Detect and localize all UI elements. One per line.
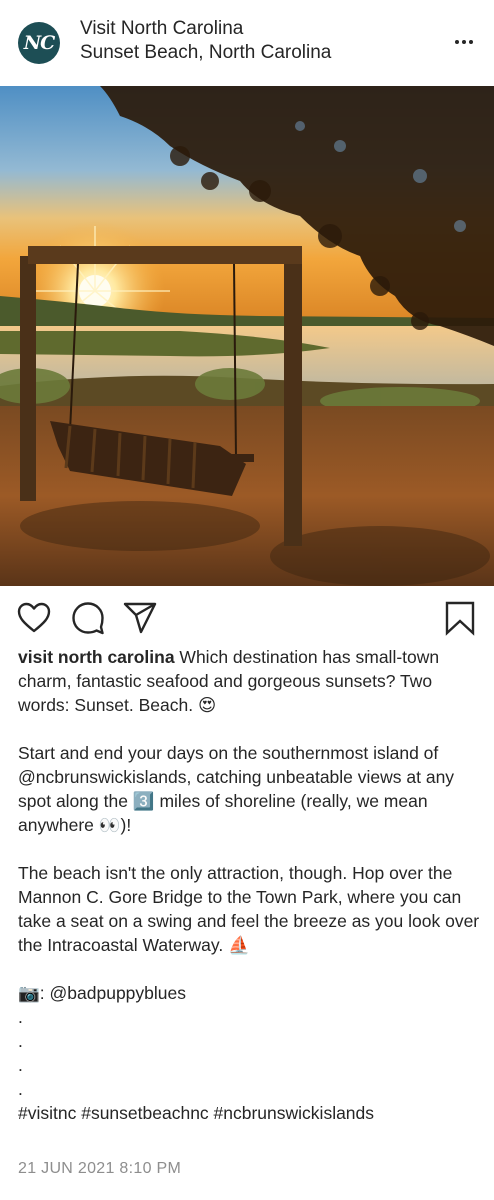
more-horizontal-icon bbox=[455, 40, 459, 44]
bookmark-icon bbox=[445, 601, 475, 636]
more-options-button[interactable] bbox=[450, 30, 478, 54]
comment-icon bbox=[72, 602, 104, 635]
sunset-swing-photo bbox=[0, 86, 494, 586]
heart-icon bbox=[17, 602, 51, 633]
avatar-logo-text: NC bbox=[23, 32, 55, 54]
avatar[interactable]: NC bbox=[18, 22, 60, 64]
post-header: NC Visit North Carolina Sunset Beach, No… bbox=[0, 0, 494, 86]
post-photo[interactable] bbox=[0, 86, 494, 586]
post-caption: visit north carolina Which destination h… bbox=[18, 645, 480, 1125]
comment-button[interactable] bbox=[70, 600, 106, 636]
save-button[interactable] bbox=[442, 600, 478, 636]
caption-text: Which destination has small-town charm, … bbox=[18, 647, 480, 1123]
post-timestamp[interactable]: 21 JUN 2021 8:10 PM bbox=[18, 1160, 181, 1178]
account-name[interactable]: Visit North Carolina bbox=[80, 18, 243, 40]
location-link[interactable]: Sunset Beach, North Carolina bbox=[80, 42, 331, 64]
share-icon bbox=[123, 602, 157, 634]
share-button[interactable] bbox=[122, 600, 158, 636]
post-actions bbox=[0, 586, 494, 648]
like-button[interactable] bbox=[16, 600, 52, 636]
caption-username[interactable]: visit north carolina bbox=[18, 647, 175, 667]
